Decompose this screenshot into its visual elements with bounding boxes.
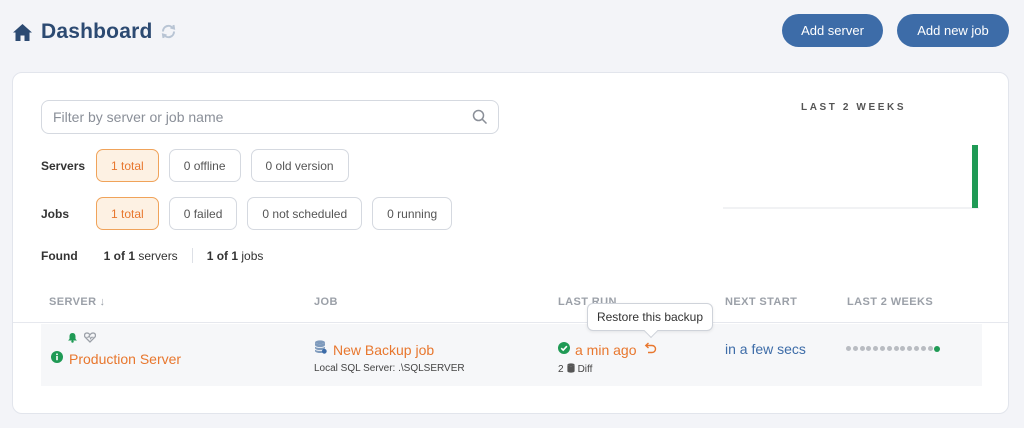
found-jobs-count: 1 of 1 <box>206 248 239 263</box>
history-dot-empty <box>846 346 851 351</box>
column-header-job[interactable]: JOB <box>314 296 338 308</box>
last-run-link[interactable]: a min ago <box>575 342 636 358</box>
backup-count: 2 <box>558 364 564 375</box>
column-header-server[interactable]: SERVER ↓ <box>49 296 105 308</box>
job-target: Local SQL Server: .\SQLSERVER <box>314 363 465 374</box>
sort-arrow-down-icon: ↓ <box>99 296 106 308</box>
next-start-value: in a few secs <box>725 341 806 357</box>
history-dots <box>846 345 941 352</box>
jobs-failed-pill[interactable]: 0 failed <box>168 197 238 230</box>
column-header-next-start[interactable]: NEXT START <box>725 296 797 308</box>
server-name-link[interactable]: Production Server <box>69 351 181 367</box>
jobs-running-pill[interactable]: 0 running <box>372 197 453 230</box>
table-header: SERVER ↓ JOB LAST RUN NEXT START LAST 2 W… <box>13 285 1008 323</box>
found-servers: 1 of 1 servers <box>104 249 178 263</box>
history-dot-empty <box>879 346 885 351</box>
search-icon[interactable] <box>472 109 488 130</box>
history-dot-empty <box>907 346 913 351</box>
history-dot-empty <box>927 346 933 351</box>
job-cell: New Backup job <box>314 340 434 359</box>
add-new-job-button[interactable]: Add new job <box>897 14 1009 47</box>
found-servers-suffix: servers <box>138 248 178 263</box>
servers-total-pill[interactable]: 1 total <box>96 149 159 182</box>
database-icon <box>314 340 327 359</box>
last-run-cell: a min ago <box>558 341 657 359</box>
page-header: Dashboard <box>12 16 177 48</box>
found-jobs: 1 of 1 jobs <box>207 249 264 263</box>
page-title: Dashboard <box>41 20 153 43</box>
dashboard-card: Servers 1 total 0 offline 0 old version … <box>12 72 1009 414</box>
add-server-button[interactable]: Add server <box>782 14 883 47</box>
table-row[interactable]: Production Server New Backup job Local S… <box>41 324 982 386</box>
restore-icon[interactable] <box>643 341 657 359</box>
history-dot-empty <box>873 346 879 351</box>
refresh-icon[interactable] <box>160 23 177 45</box>
history-dot-empty <box>893 346 899 351</box>
history-dot-success <box>934 345 941 352</box>
found-divider <box>191 248 193 263</box>
last-run-detail: 2 Diff <box>558 363 592 376</box>
jobs-total-pill[interactable]: 1 total <box>96 197 159 230</box>
server-cell: Production Server <box>51 350 181 368</box>
column-header-server-label: SERVER <box>49 296 97 308</box>
backup-type: Diff <box>577 364 593 375</box>
chart-title: LAST 2 WEEKS <box>801 102 907 113</box>
servers-offline-pill[interactable]: 0 offline <box>168 149 241 182</box>
found-label: Found <box>41 248 78 263</box>
column-header-last-2-weeks: LAST 2 WEEKS <box>847 296 934 308</box>
home-icon <box>12 23 33 42</box>
jobs-filter-row: Jobs 1 total 0 failed 0 not scheduled 0 … <box>41 197 462 230</box>
heartbeat-icon <box>83 330 97 348</box>
tooltip-text: Restore this backup <box>596 310 704 324</box>
history-dot-empty <box>859 346 865 351</box>
history-dot-empty <box>920 346 926 351</box>
search-box <box>41 100 499 134</box>
server-status-icons <box>67 330 97 348</box>
search-input[interactable] <box>42 101 462 133</box>
jobs-filter-label: Jobs <box>41 206 70 221</box>
restore-tooltip: Restore this backup <box>587 303 713 339</box>
job-name-link[interactable]: New Backup job <box>333 342 434 358</box>
servers-old-version-pill[interactable]: 0 old version <box>250 149 349 182</box>
info-icon[interactable] <box>51 350 63 368</box>
history-dot-empty <box>886 346 892 351</box>
servers-filter-label: Servers <box>41 158 86 173</box>
found-jobs-suffix: jobs <box>241 248 264 263</box>
last-2-weeks-chart <box>723 145 979 209</box>
servers-filter-row: Servers 1 total 0 offline 0 old version <box>41 149 359 182</box>
history-dot-empty <box>866 346 872 351</box>
jobs-not-scheduled-pill[interactable]: 0 not scheduled <box>247 197 363 230</box>
history-dot-empty <box>913 346 919 351</box>
check-circle-icon <box>558 341 570 359</box>
found-servers-count: 1 of 1 <box>103 248 135 263</box>
bell-icon[interactable] <box>67 330 78 348</box>
found-summary: Found 1 of 1 servers 1 of 1 jobs <box>41 248 263 263</box>
chart-bar <box>972 145 978 208</box>
history-dot-empty <box>900 346 906 351</box>
database-small-icon <box>566 363 575 376</box>
history-dot-empty <box>852 346 858 351</box>
